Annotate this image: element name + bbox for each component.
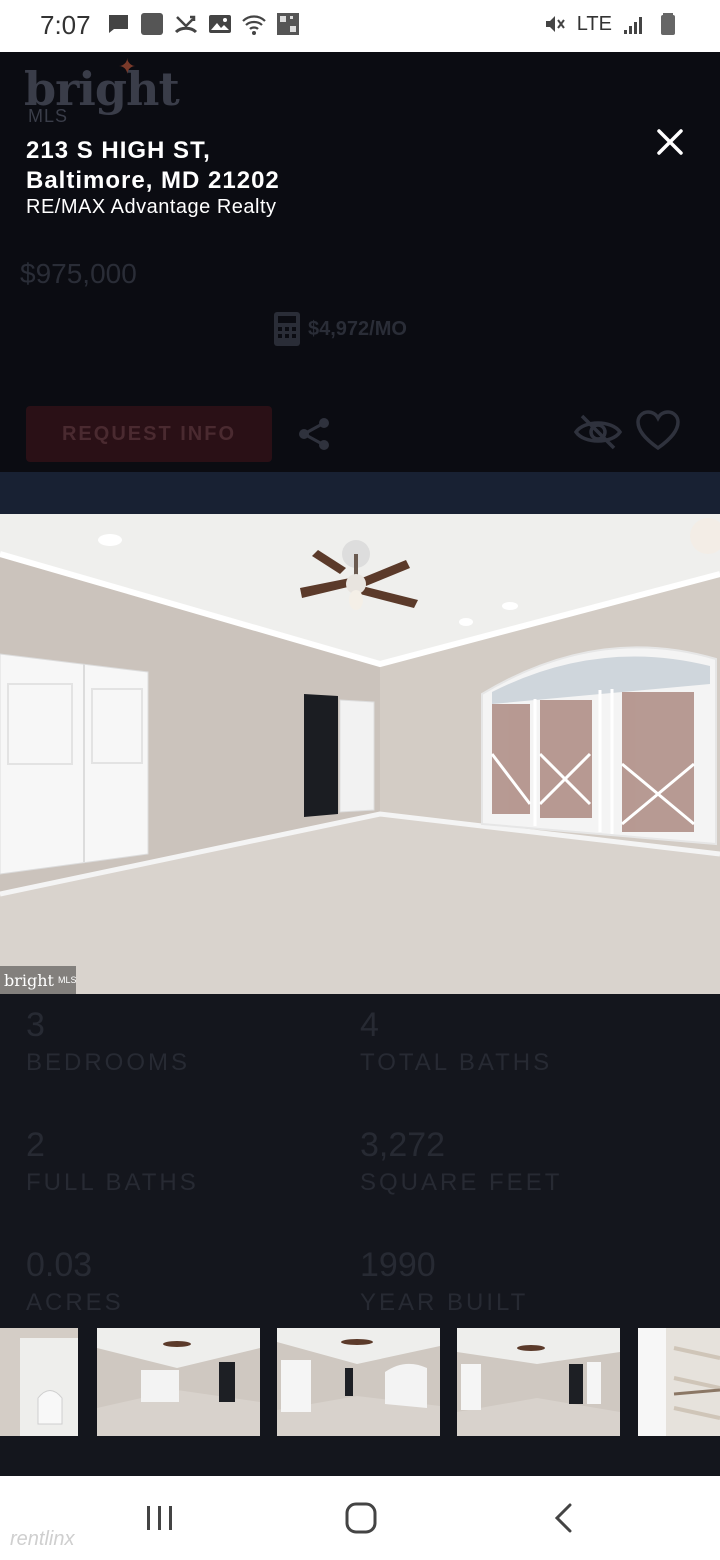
stat-value: 0.03	[26, 1246, 93, 1284]
wifi-icon	[242, 15, 266, 35]
battery-icon	[661, 13, 675, 35]
stat-label: TOTAL BATHS	[360, 1049, 553, 1076]
stat-label: BEDROOMS	[26, 1049, 191, 1076]
stat-value: 3	[26, 1006, 45, 1044]
home-button[interactable]	[331, 1496, 391, 1540]
listing-price: $975,000	[20, 258, 137, 289]
signal-icon	[624, 17, 642, 34]
stat-year-built: 1990 YEAR BUILT	[360, 1246, 680, 1317]
missed-call-icon	[174, 15, 198, 34]
close-icon	[657, 129, 683, 155]
lte-icon: LTE	[576, 12, 612, 35]
recent-apps-icon	[147, 1506, 172, 1530]
qr-icon	[277, 13, 299, 35]
stat-acres: 0.03 ACRES	[26, 1246, 346, 1317]
watermark-brand: bright	[4, 970, 54, 990]
thumbnail-strip[interactable]	[0, 1328, 720, 1436]
home-icon	[345, 1502, 377, 1534]
bright-mls-watermark: bright MLS	[0, 966, 77, 994]
gallery-main-photo[interactable]	[0, 514, 720, 994]
stat-label: ACRES	[26, 1289, 124, 1316]
hide-listing-icon[interactable]	[574, 412, 622, 452]
status-bar: 7:07 LTE	[0, 0, 720, 52]
listing-header: bright ✦ MLS $975,000 $4,972/MO REQUEST …	[0, 52, 720, 472]
thumbnail-image	[97, 1328, 260, 1436]
thumbnail-image	[457, 1328, 620, 1436]
room-photo-image	[0, 514, 720, 994]
stat-full-baths: 2 FULL BATHS	[26, 1126, 346, 1197]
brand-star-icon: ✦	[118, 54, 137, 79]
stat-label: FULL BATHS	[26, 1169, 199, 1196]
thumbnail-image	[0, 1328, 78, 1436]
stat-bedrooms: 3 BEDROOMS	[26, 1006, 346, 1077]
stat-value: 3,272	[360, 1126, 446, 1164]
status-time: 7:07	[40, 10, 91, 40]
stat-value: 1990	[360, 1246, 436, 1284]
listing-agent: RE/MAX Advantage Realty	[26, 196, 277, 218]
square-icon	[141, 13, 163, 35]
gallery-address: 213 S HIGH ST, Baltimore, MD 21202	[26, 136, 280, 196]
thumbnail[interactable]	[0, 1328, 78, 1436]
thumbnail[interactable]	[638, 1328, 720, 1436]
address-line-1: 213 S HIGH ST,	[26, 137, 211, 164]
watermark-sub: MLS	[57, 975, 77, 985]
thumbnail-image	[277, 1328, 440, 1436]
address-line-2: Baltimore, MD 21202	[26, 167, 280, 194]
back-icon	[554, 1503, 572, 1533]
message-icon	[108, 15, 128, 33]
monthly-payment[interactable]: $4,972/MO	[274, 312, 407, 346]
stat-label: SQUARE FEET	[360, 1169, 563, 1196]
thumbnail-image	[638, 1328, 720, 1436]
share-icon[interactable]	[296, 416, 332, 452]
recent-apps-button[interactable]	[130, 1496, 190, 1540]
monthly-payment-label: $4,972/MO	[308, 317, 407, 340]
stat-value: 4	[360, 1006, 379, 1044]
thumbnail[interactable]	[97, 1328, 260, 1436]
mute-icon	[545, 16, 565, 32]
section-band	[0, 472, 720, 516]
favorite-heart-icon[interactable]	[636, 410, 680, 452]
stat-total-baths: 4 TOTAL BATHS	[360, 1006, 680, 1077]
image-icon	[209, 15, 231, 33]
stat-label: YEAR BUILT	[360, 1289, 529, 1316]
thumbnail[interactable]	[277, 1328, 440, 1436]
close-gallery-button[interactable]	[650, 122, 690, 162]
thumbnail[interactable]	[457, 1328, 620, 1436]
back-button[interactable]	[534, 1496, 594, 1540]
system-navigation-bar	[0, 1476, 720, 1560]
brand-sub: MLS	[28, 106, 69, 126]
calculator-icon	[274, 312, 300, 346]
stat-square-feet: 3,272 SQUARE FEET	[360, 1126, 680, 1197]
stat-value: 2	[26, 1126, 45, 1164]
rentlinx-watermark: rentlinx	[10, 1528, 75, 1550]
request-info-button[interactable]: REQUEST INFO	[26, 406, 272, 462]
